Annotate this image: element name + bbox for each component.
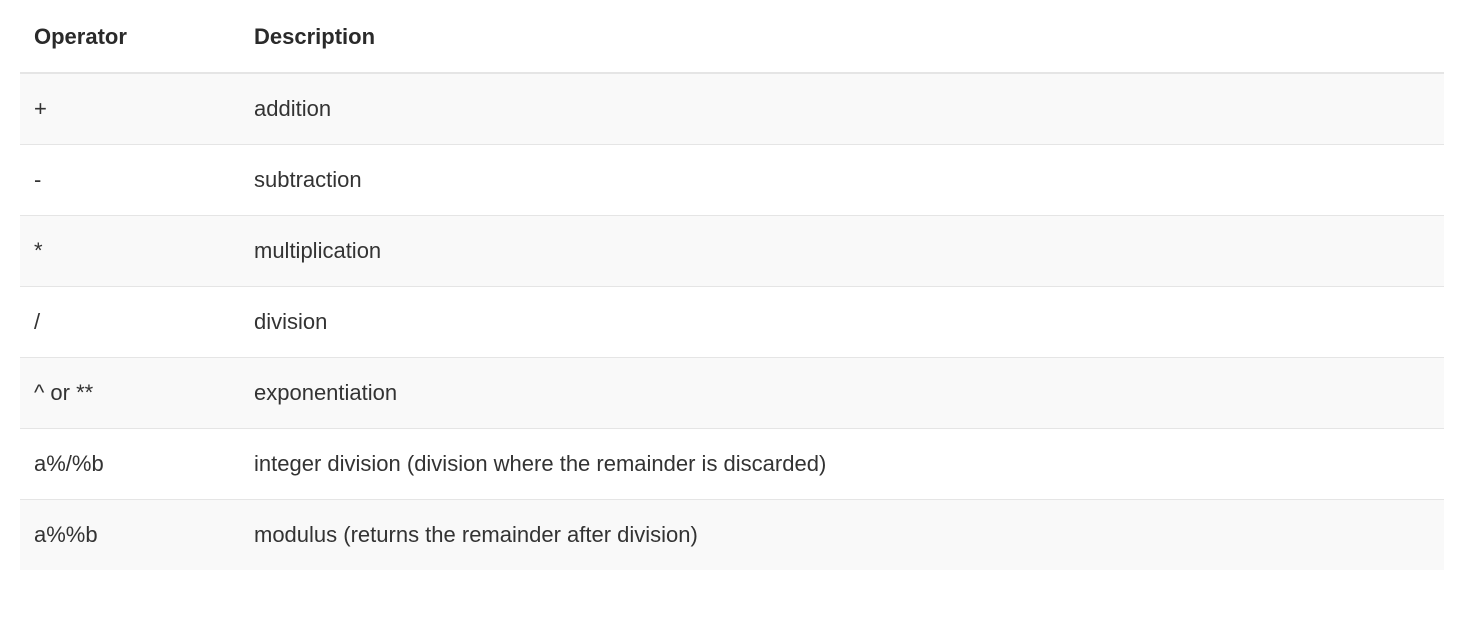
cell-operator: * — [20, 216, 240, 287]
cell-description: addition — [240, 73, 1444, 145]
table-row: / division — [20, 287, 1444, 358]
cell-operator: a%/%b — [20, 429, 240, 500]
table-row: * multiplication — [20, 216, 1444, 287]
cell-description: modulus (returns the remainder after div… — [240, 500, 1444, 571]
cell-description: division — [240, 287, 1444, 358]
table-row: ^ or ** exponentiation — [20, 358, 1444, 429]
cell-operator: + — [20, 73, 240, 145]
header-operator: Operator — [20, 10, 240, 73]
table-row: a%%b modulus (returns the remainder afte… — [20, 500, 1444, 571]
table-header-row: Operator Description — [20, 10, 1444, 73]
cell-operator: a%%b — [20, 500, 240, 571]
cell-description: integer division (division where the rem… — [240, 429, 1444, 500]
table-row: - subtraction — [20, 145, 1444, 216]
cell-description: subtraction — [240, 145, 1444, 216]
cell-operator: ^ or ** — [20, 358, 240, 429]
header-description: Description — [240, 10, 1444, 73]
operators-table: Operator Description + addition - subtra… — [20, 10, 1444, 570]
cell-description: exponentiation — [240, 358, 1444, 429]
table-row: a%/%b integer division (division where t… — [20, 429, 1444, 500]
cell-operator: - — [20, 145, 240, 216]
table-row: + addition — [20, 73, 1444, 145]
cell-operator: / — [20, 287, 240, 358]
cell-description: multiplication — [240, 216, 1444, 287]
